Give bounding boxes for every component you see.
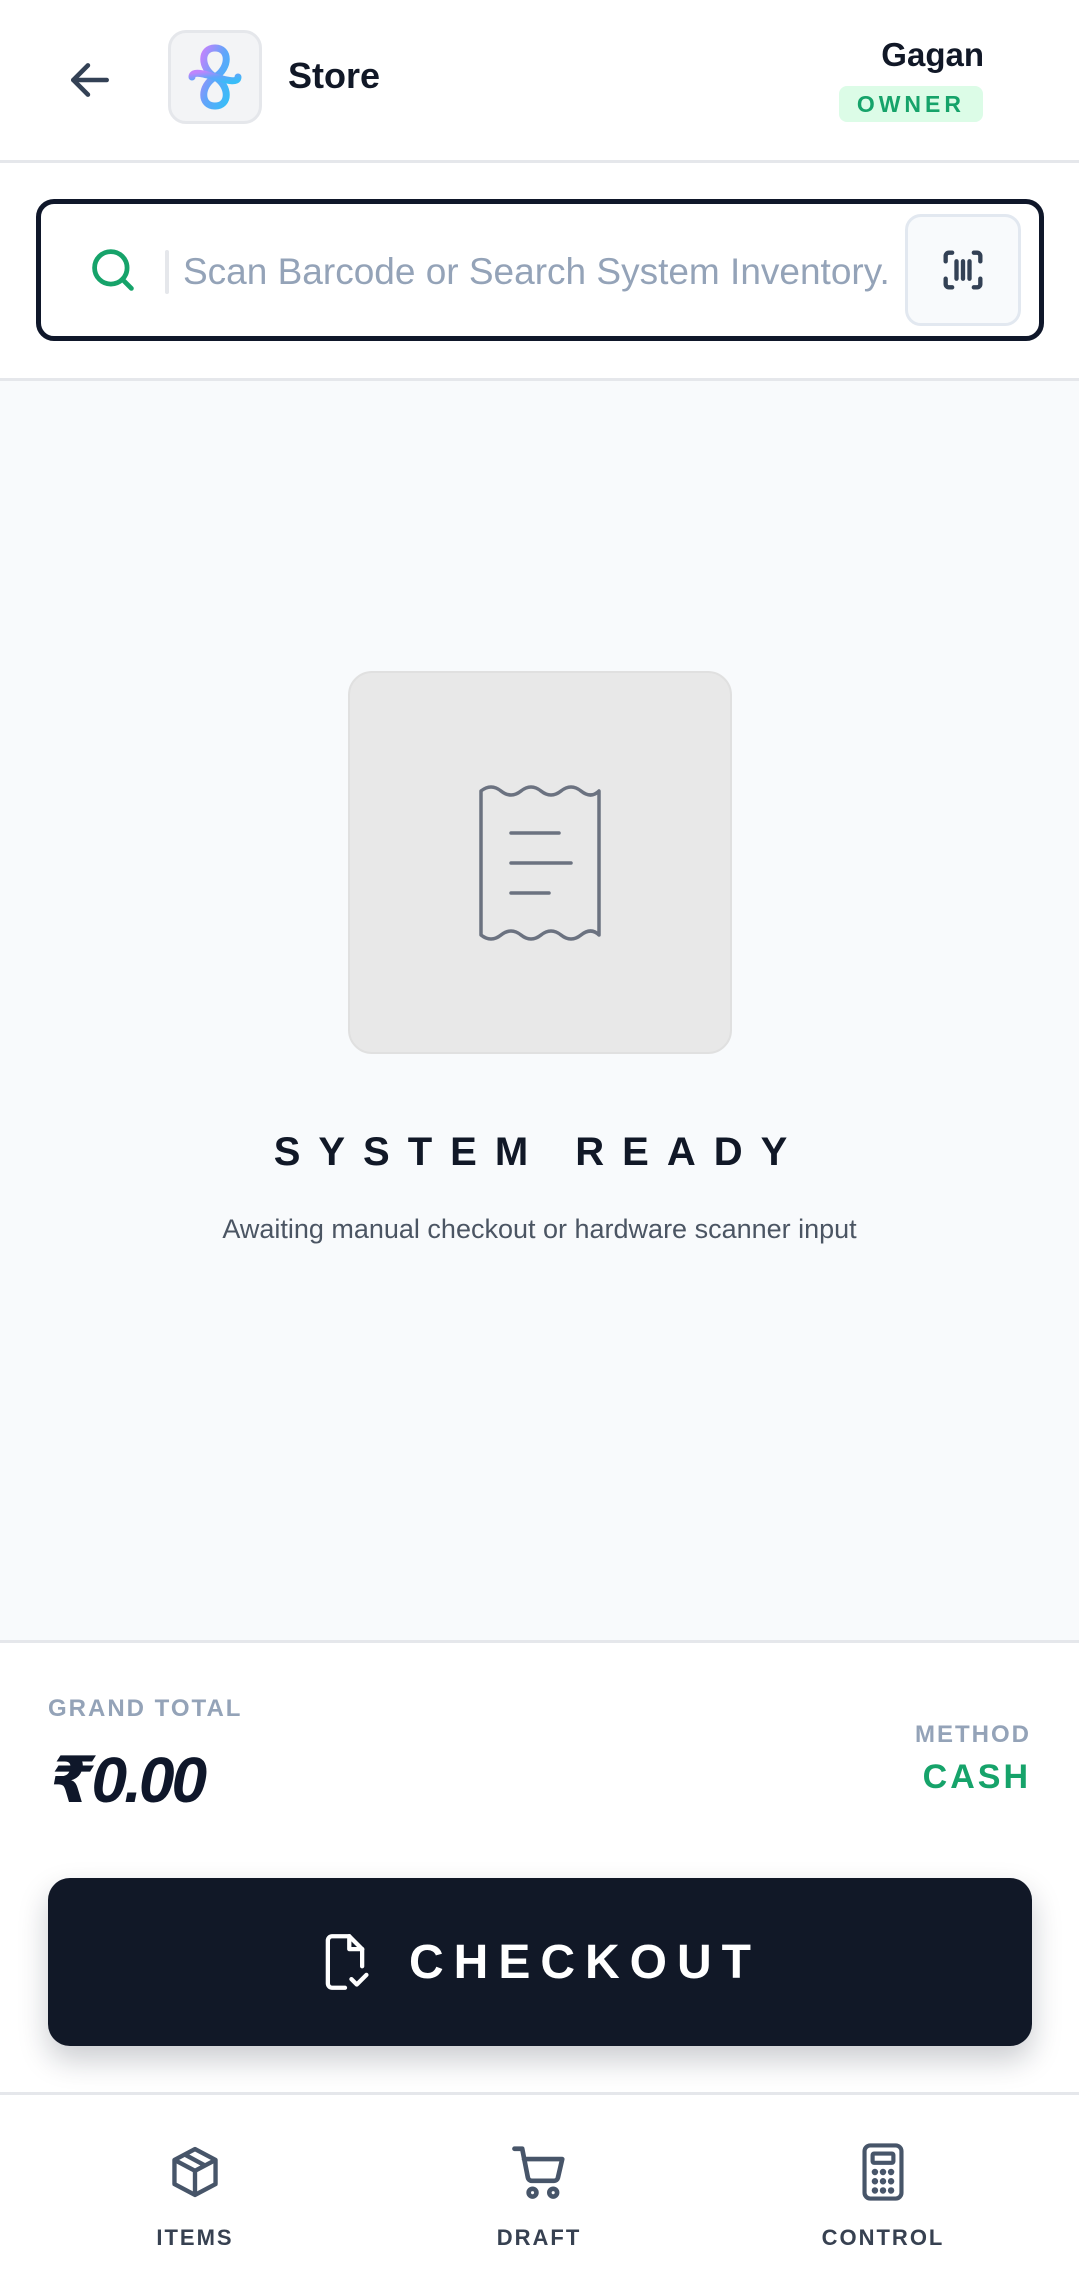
cart-icon [512, 2146, 565, 2199]
nav-label-control: CONTROL [821, 2225, 945, 2250]
status-title: SYSTEM READY [273, 1130, 806, 1174]
back-button[interactable] [55, 45, 125, 115]
app-header: Store Gagan OWNER [0, 0, 1079, 163]
grand-total-value: ₹0.00 [50, 1744, 207, 1816]
status-subtitle: Awaiting manual checkout or hardware sca… [222, 1214, 857, 1244]
receipt-icon [479, 784, 601, 941]
arrow-left-icon [71, 63, 109, 97]
nav-label-draft: DRAFT [496, 2225, 582, 2250]
knot-logo-icon [188, 44, 242, 110]
barcode-scan-icon [943, 250, 983, 290]
summary-panel: GRAND TOTAL ₹0.00 METHOD CASH CHECKOUT [0, 1640, 1079, 2095]
nav-item-draft[interactable]: DRAFT [429, 2139, 649, 2251]
search-divider [165, 250, 169, 294]
search-box [36, 199, 1044, 341]
calculator-icon [862, 2143, 904, 2201]
search-section [0, 163, 1079, 381]
payment-method-label: METHOD [915, 1721, 1031, 1748]
checkout-button[interactable]: CHECKOUT [48, 1878, 1032, 2046]
nav-item-control[interactable]: CONTROL [773, 2139, 993, 2251]
payment-method-value[interactable]: CASH [923, 1758, 1031, 1797]
file-check-icon [325, 1934, 369, 1990]
role-badge: OWNER [838, 86, 983, 122]
search-input[interactable] [181, 228, 923, 316]
box-icon [172, 2146, 218, 2198]
search-icon [92, 249, 134, 291]
empty-state-illustration [348, 671, 732, 1054]
grand-total-label: GRAND TOTAL [48, 1695, 243, 1722]
checkout-label: CHECKOUT [409, 1935, 761, 1989]
barcode-scan-button[interactable] [905, 214, 1021, 326]
store-logo[interactable] [168, 30, 262, 124]
bottom-nav: ITEMS DRAFT CONTROL [0, 2092, 1079, 2287]
nav-label-items: ITEMS [156, 2225, 234, 2250]
store-name: Store [288, 55, 381, 96]
user-name: Gagan [881, 36, 984, 73]
nav-item-items[interactable]: ITEMS [85, 2139, 305, 2251]
